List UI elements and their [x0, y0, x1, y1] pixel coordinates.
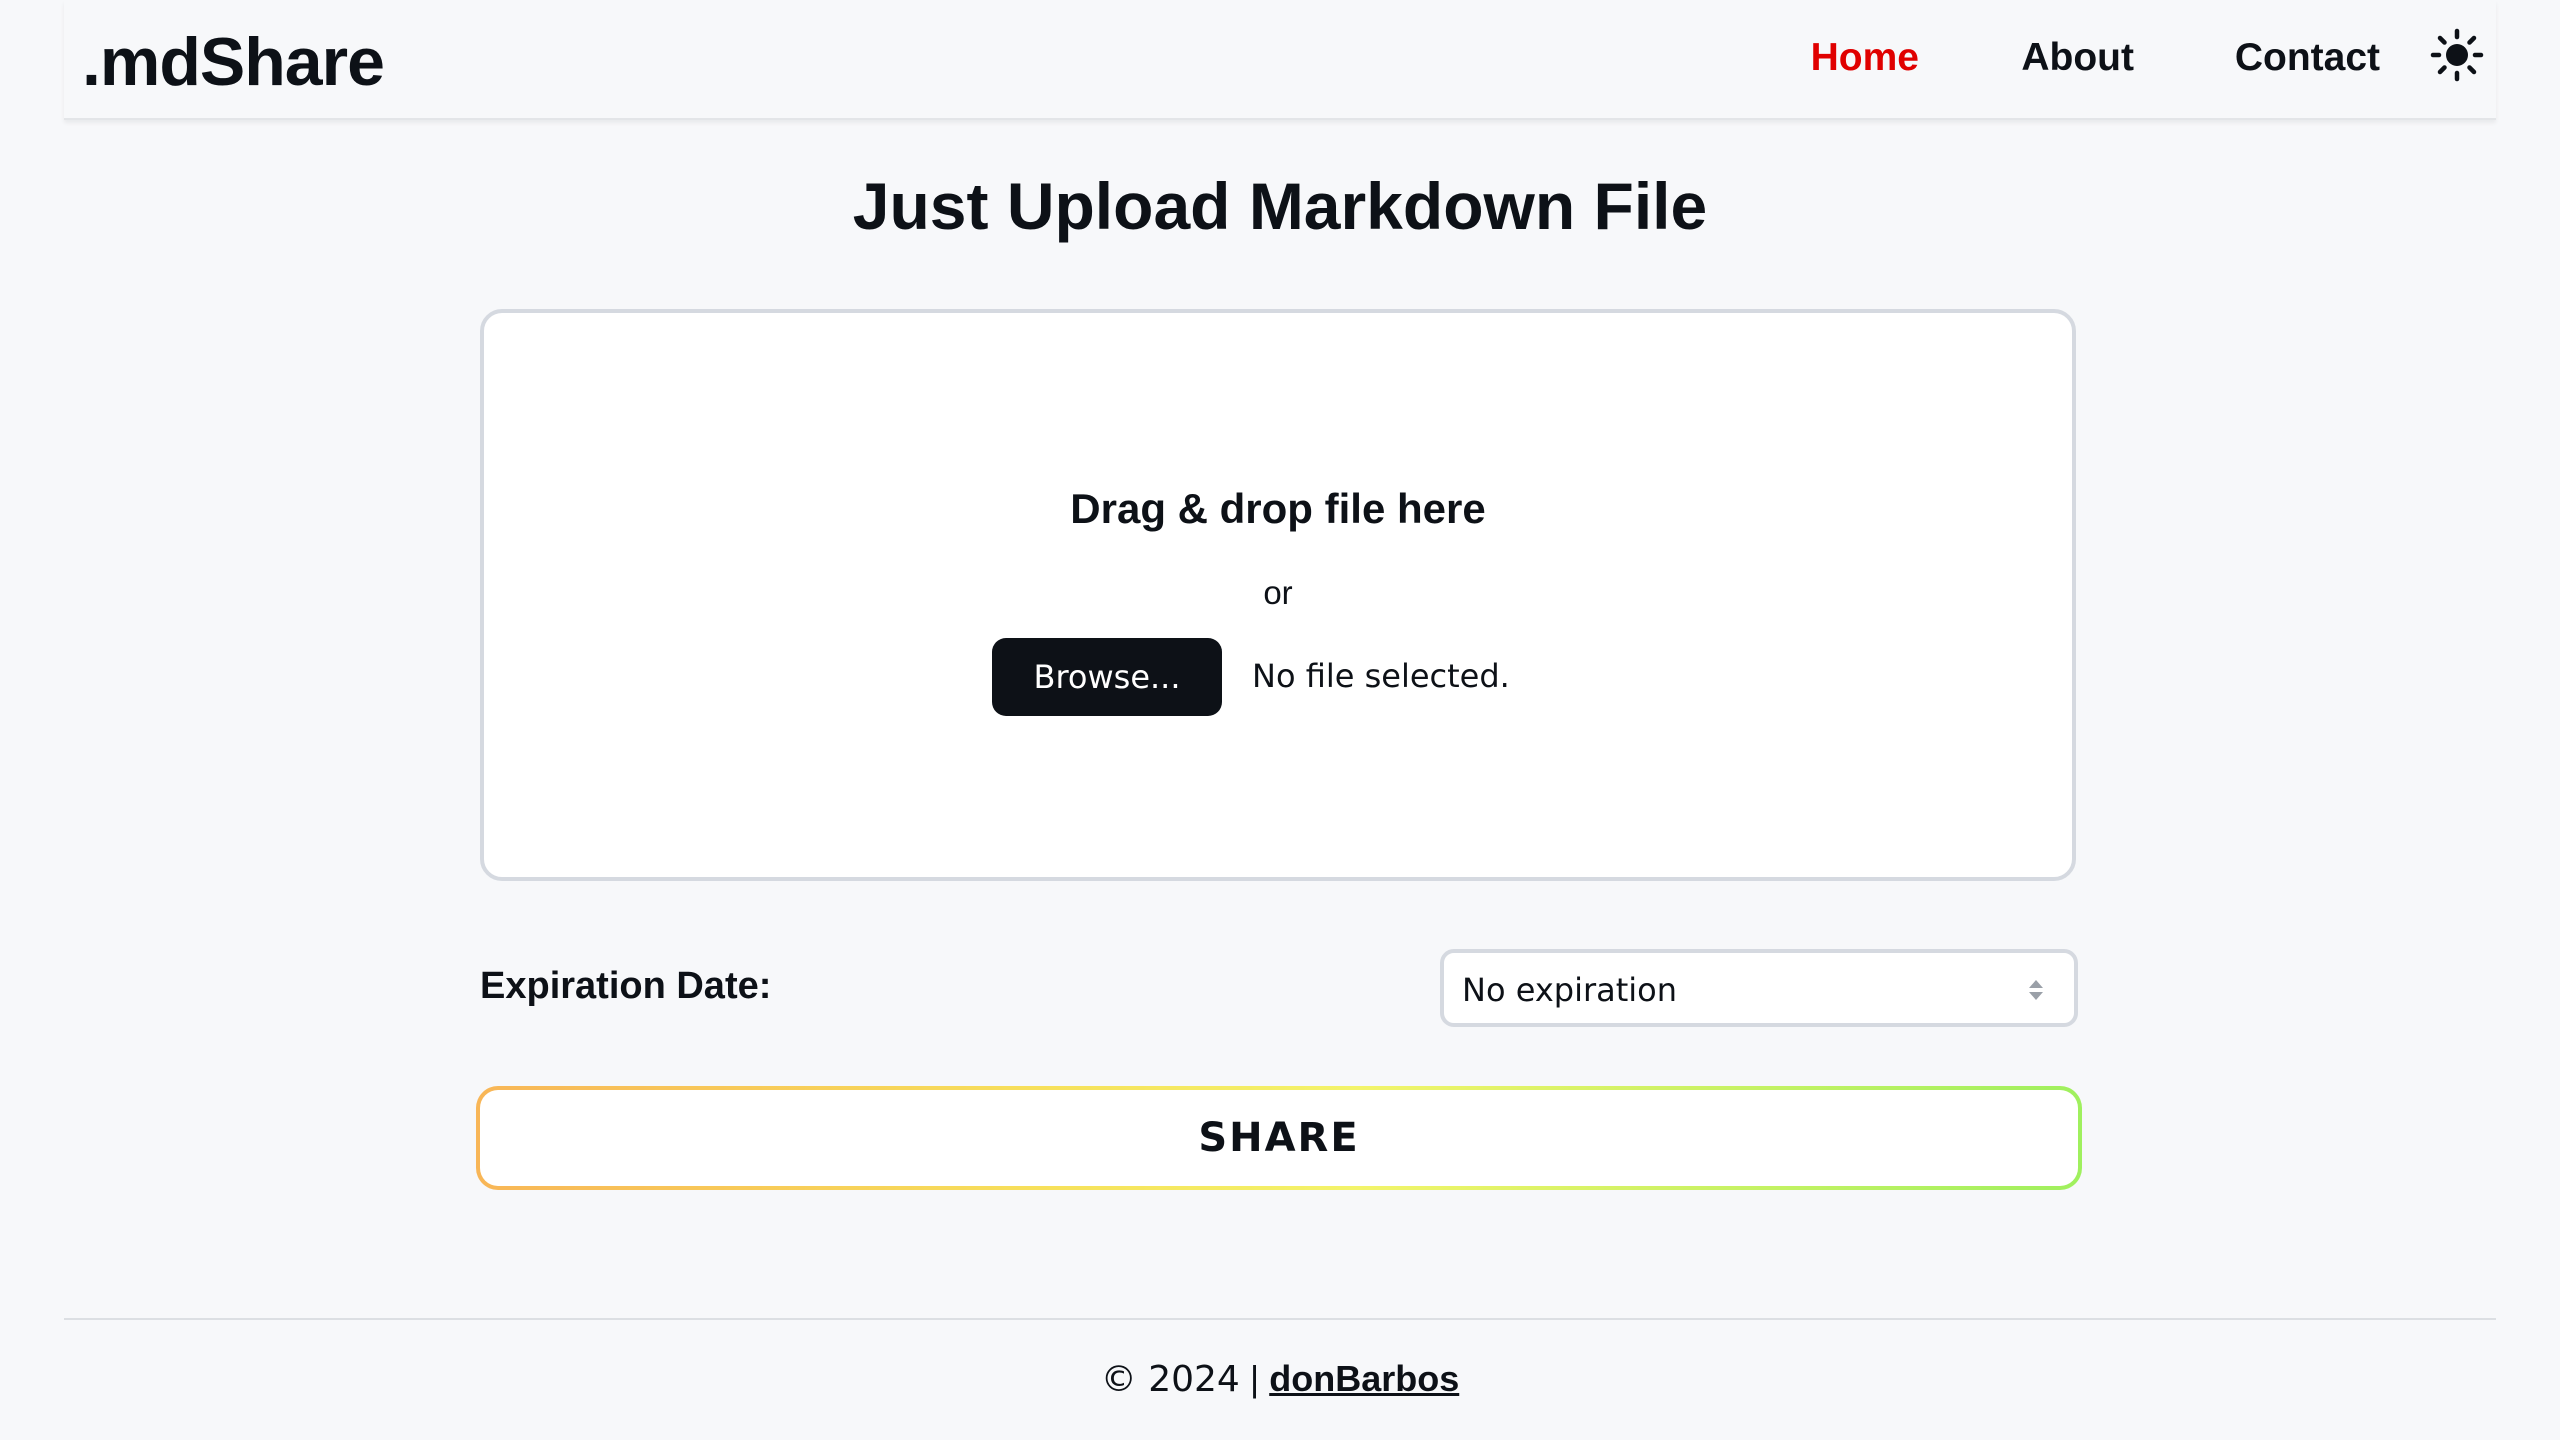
footer-divider: [64, 1318, 2496, 1320]
expiration-select-value: No expiration: [1462, 971, 1678, 1009]
copyright-text: © 2024: [1100, 1359, 1240, 1400]
share-button[interactable]: SHARE: [480, 1090, 2078, 1186]
site-logo[interactable]: .mdShare: [82, 22, 385, 102]
select-arrows-icon: [2029, 980, 2043, 1000]
theme-toggle-button[interactable]: [2430, 28, 2484, 82]
file-dropzone[interactable]: Drag & drop file here or Browse... No fi…: [480, 309, 2076, 881]
site-header: .mdShare Home About Contact: [64, 0, 2496, 120]
expiration-select[interactable]: No expiration: [1440, 949, 2078, 1027]
sun-icon: [2430, 28, 2484, 82]
dropzone-title: Drag & drop file here: [1070, 485, 1486, 532]
nav-about-link[interactable]: About: [2021, 34, 2134, 82]
footer-separator: |: [1249, 1358, 1260, 1399]
nav-home-link[interactable]: Home: [1811, 34, 1919, 82]
browse-button[interactable]: Browse...: [992, 638, 1222, 716]
share-button-border: SHARE: [476, 1086, 2082, 1190]
nav-contact-link[interactable]: Contact: [2235, 34, 2380, 82]
page-title: Just Upload Markdown File: [852, 169, 1708, 243]
expiration-label: Expiration Date:: [480, 965, 772, 1007]
author-link[interactable]: donBarbos: [1269, 1358, 1459, 1399]
site-footer: © 2024 | donBarbos: [0, 1356, 2560, 1403]
file-status-text: No file selected.: [1252, 657, 1510, 695]
dropzone-or-text: or: [1263, 574, 1293, 611]
